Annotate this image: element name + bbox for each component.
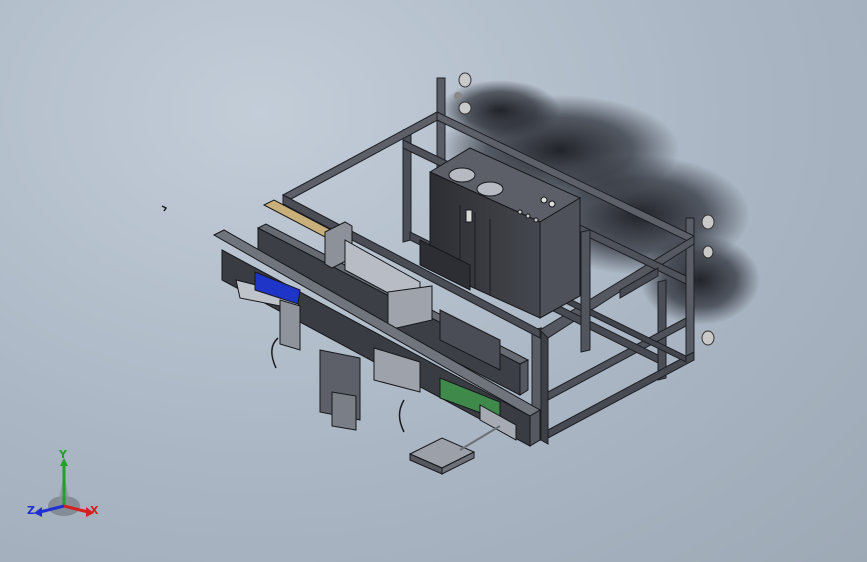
x-axis-label: X (90, 504, 99, 517)
orientation-triad[interactable]: Y X Z (24, 448, 108, 522)
y-axis-label: Y (59, 448, 67, 461)
z-axis-label: Z (27, 504, 35, 517)
cad-model[interactable] (0, 0, 867, 562)
graphics-viewport[interactable]: Y X Z (0, 0, 867, 562)
foot-pedal[interactable] (408, 425, 501, 475)
